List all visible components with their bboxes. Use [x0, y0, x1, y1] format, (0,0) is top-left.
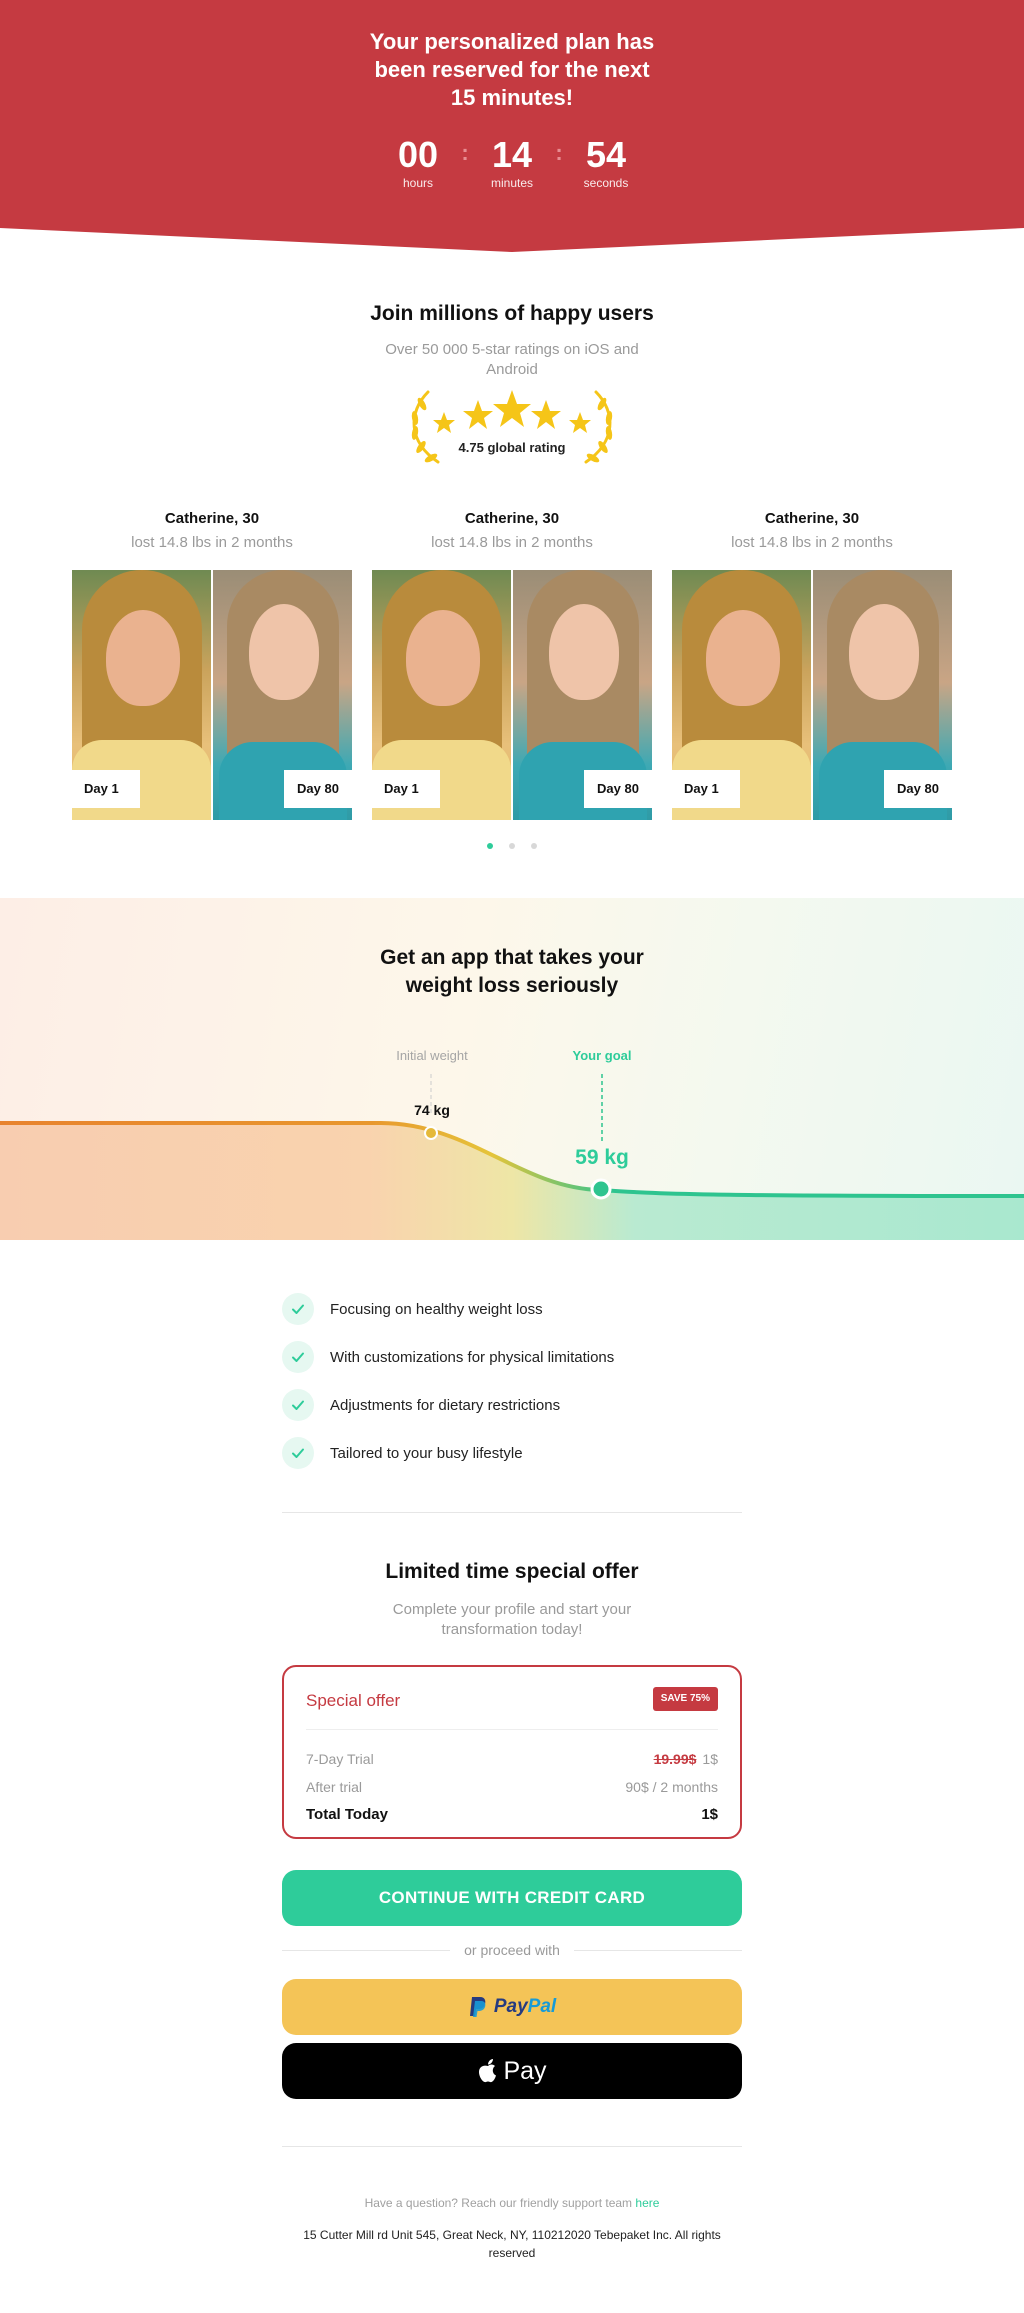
- or-text: or proceed with: [464, 1942, 560, 1958]
- before-photo: Day 1: [672, 570, 811, 820]
- carousel-dot[interactable]: [487, 843, 493, 849]
- check-icon: [282, 1293, 314, 1325]
- trial-price: 19.99$ 1$: [654, 1751, 718, 1767]
- paypal-icon: [469, 1997, 486, 2017]
- offer-subtitle: Complete your profile and start your tra…: [392, 1601, 632, 1638]
- total-label: Total Today: [306, 1806, 388, 1823]
- apple-icon: [479, 2059, 497, 2083]
- countdown-banner: Your personalized plan has been reserved…: [0, 0, 1024, 256]
- check-icon: [282, 1437, 314, 1469]
- support-text: Have a question? Reach our friendly supp…: [364, 2196, 633, 2210]
- check-icon: [282, 1389, 314, 1421]
- support-question: Have a question? Reach our friendly supp…: [0, 2196, 1024, 2210]
- feature-text: Tailored to your busy lifestyle: [330, 1444, 523, 1462]
- testimonial-result: lost 14.8 lbs in 2 months: [431, 534, 593, 551]
- testimonial-result: lost 14.8 lbs in 2 months: [131, 534, 293, 551]
- timer-hours-label: hours: [402, 176, 434, 190]
- feature-text: Focusing on healthy weight loss: [330, 1300, 543, 1318]
- footer-address: 15 Cutter Mill rd Unit 545, Great Neck, …: [303, 2228, 721, 2260]
- timer-hours-value: 00: [397, 134, 439, 175]
- testimonial-card: Catherine, 30 lost 14.8 lbs in 2 months …: [372, 508, 652, 822]
- check-icon: [282, 1341, 314, 1373]
- before-photo: Day 1: [72, 570, 211, 820]
- testimonial-name: Catherine, 30: [164, 510, 260, 527]
- testimonial-card: Catherine, 30 lost 14.8 lbs in 2 months …: [72, 508, 352, 822]
- rating-text: 4.75 global rating: [458, 440, 566, 455]
- after-day-label: Day 80: [584, 770, 652, 808]
- section-divider: [282, 2146, 742, 2147]
- timer-seconds-value: 54: [585, 134, 627, 175]
- offer-card-title: Special offer: [306, 1691, 401, 1710]
- carousel-dots: [0, 843, 1024, 849]
- countdown-timer: 00 hours : 14 minutes : 54 seconds: [0, 134, 1024, 191]
- feature-item: Focusing on healthy weight loss: [282, 1285, 742, 1333]
- social-title: Join millions of happy users: [370, 302, 654, 325]
- testimonial-carousel[interactable]: Catherine, 30 lost 14.8 lbs in 2 months …: [72, 508, 952, 822]
- carousel-dot[interactable]: [509, 843, 515, 849]
- initial-weight-label: Initial weight: [396, 1048, 468, 1063]
- before-day-label: Day 1: [372, 770, 440, 808]
- paypal-wordmark: PayPal: [494, 1996, 556, 2018]
- timer-minutes-label: minutes: [490, 176, 534, 190]
- initial-weight-value: 74 kg: [414, 1102, 450, 1118]
- support-link[interactable]: here: [635, 2196, 659, 2210]
- weight-goal-section: Get an app that takes your weight loss s…: [0, 898, 1024, 1240]
- banner-title: Your personalized plan has been reserved…: [369, 29, 655, 110]
- offer-title: Limited time special offer: [385, 1560, 639, 1583]
- save-badge: SAVE 75%: [652, 1687, 718, 1711]
- trial-new-price: 1$: [702, 1751, 718, 1767]
- before-day-label: Day 1: [72, 770, 140, 808]
- total-row: Total Today 1$: [306, 1806, 718, 1823]
- after-day-label: Day 80: [884, 770, 952, 808]
- after-day-label: Day 80: [284, 770, 352, 808]
- continue-credit-card-button[interactable]: CONTINUE WITH CREDIT CARD: [282, 1870, 742, 1926]
- timer-seconds-label: seconds: [583, 176, 629, 190]
- timer-minutes: 14 minutes: [472, 134, 552, 191]
- after-trial-value: 90$ / 2 months: [625, 1779, 718, 1795]
- trial-row: 7-Day Trial 19.99$ 1$: [306, 1751, 718, 1767]
- paypal-word-a: Pay: [493, 1996, 528, 2017]
- social-subtitle: Over 50 000 5-star ratings on iOS and An…: [385, 341, 639, 378]
- offer-divider: [306, 1729, 718, 1730]
- after-trial-row: After trial 90$ / 2 months: [306, 1779, 718, 1795]
- testimonial-card: Catherine, 30 lost 14.8 lbs in 2 months …: [672, 508, 952, 822]
- feature-item: With customizations for physical limitat…: [282, 1333, 742, 1381]
- apple-pay-button[interactable]: Pay: [282, 2043, 742, 2099]
- before-photo: Day 1: [372, 570, 511, 820]
- timer-hours: 00 hours: [378, 134, 458, 191]
- trial-old-price: 19.99$: [653, 1751, 697, 1767]
- timer-minutes-value: 14: [491, 134, 533, 175]
- paypal-button[interactable]: PayPal: [282, 1979, 742, 2035]
- special-offer-card[interactable]: Special offer SAVE 75% 7-Day Trial 19.99…: [282, 1665, 742, 1839]
- after-photo: Day 80: [213, 570, 352, 820]
- testimonial-result: lost 14.8 lbs in 2 months: [731, 534, 893, 551]
- timer-separator: :: [461, 140, 469, 165]
- feature-list: Focusing on healthy weight loss With cus…: [282, 1285, 742, 1477]
- timer-separator: :: [555, 140, 563, 165]
- feature-item: Tailored to your busy lifestyle: [282, 1429, 742, 1477]
- before-day-label: Day 1: [672, 770, 740, 808]
- after-photo: Day 80: [813, 570, 952, 820]
- testimonial-name: Catherine, 30: [464, 510, 560, 527]
- goal-weight-label: Your goal: [572, 1048, 632, 1063]
- paypal-word-b: Pal: [527, 1996, 557, 2017]
- trial-label: 7-Day Trial: [306, 1751, 374, 1767]
- after-photo: Day 80: [513, 570, 652, 820]
- testimonial-name: Catherine, 30: [764, 510, 860, 527]
- section-divider: [282, 1512, 742, 1513]
- after-trial-label: After trial: [306, 1779, 363, 1795]
- goal-weight-value: 59 kg: [575, 1146, 629, 1169]
- total-value: 1$: [701, 1806, 718, 1823]
- carousel-dot[interactable]: [531, 843, 537, 849]
- feature-text: Adjustments for dietary restrictions: [330, 1396, 561, 1414]
- apple-pay-label: Pay: [503, 2056, 547, 2085]
- feature-text: With customizations for physical limitat…: [330, 1348, 615, 1366]
- rating-badge: 4.75 global rating: [402, 386, 622, 466]
- feature-item: Adjustments for dietary restrictions: [282, 1381, 742, 1429]
- timer-seconds: 54 seconds: [566, 134, 646, 191]
- or-divider: or proceed with: [282, 1942, 742, 1958]
- weight-section-title: Get an app that takes your weight loss s…: [380, 946, 644, 997]
